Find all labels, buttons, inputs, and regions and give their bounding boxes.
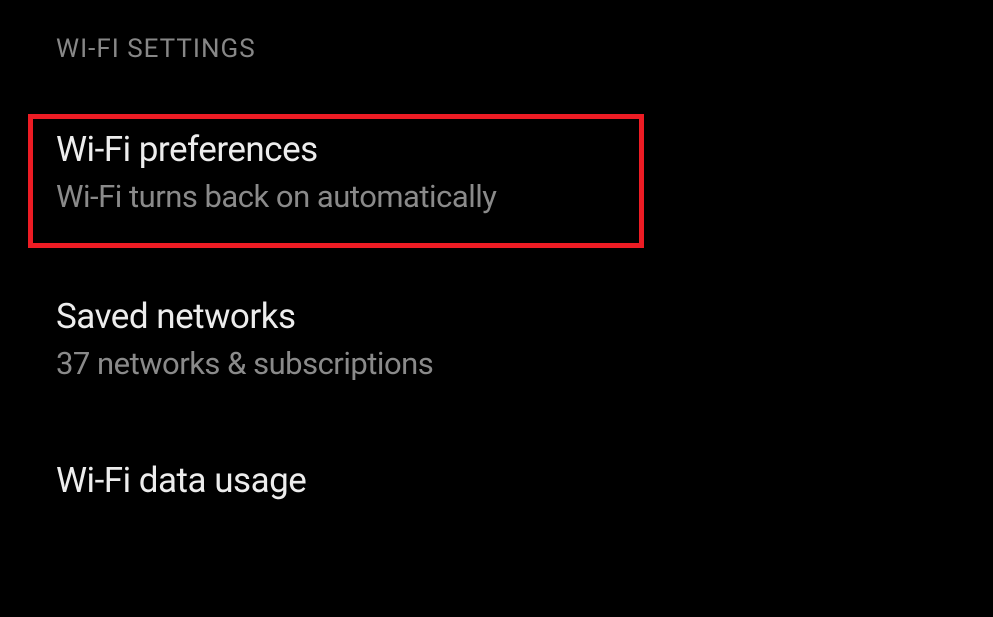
wifi-data-usage-item[interactable]: Wi-Fi data usage [56, 460, 993, 501]
wifi-preferences-item[interactable]: Wi-Fi preferences Wi-Fi turns back on au… [28, 114, 644, 248]
wifi-preferences-subtitle: Wi-Fi turns back on automatically [56, 178, 619, 215]
wifi-preferences-title: Wi-Fi preferences [56, 129, 619, 170]
wifi-settings-container: WI-FI SETTINGS Wi-Fi preferences Wi-Fi t… [0, 0, 993, 501]
saved-networks-item[interactable]: Saved networks 37 networks & subscriptio… [56, 296, 993, 382]
saved-networks-subtitle: 37 networks & subscriptions [56, 345, 993, 382]
section-header: WI-FI SETTINGS [56, 34, 993, 64]
wifi-data-usage-title: Wi-Fi data usage [56, 460, 993, 501]
saved-networks-title: Saved networks [56, 296, 993, 337]
